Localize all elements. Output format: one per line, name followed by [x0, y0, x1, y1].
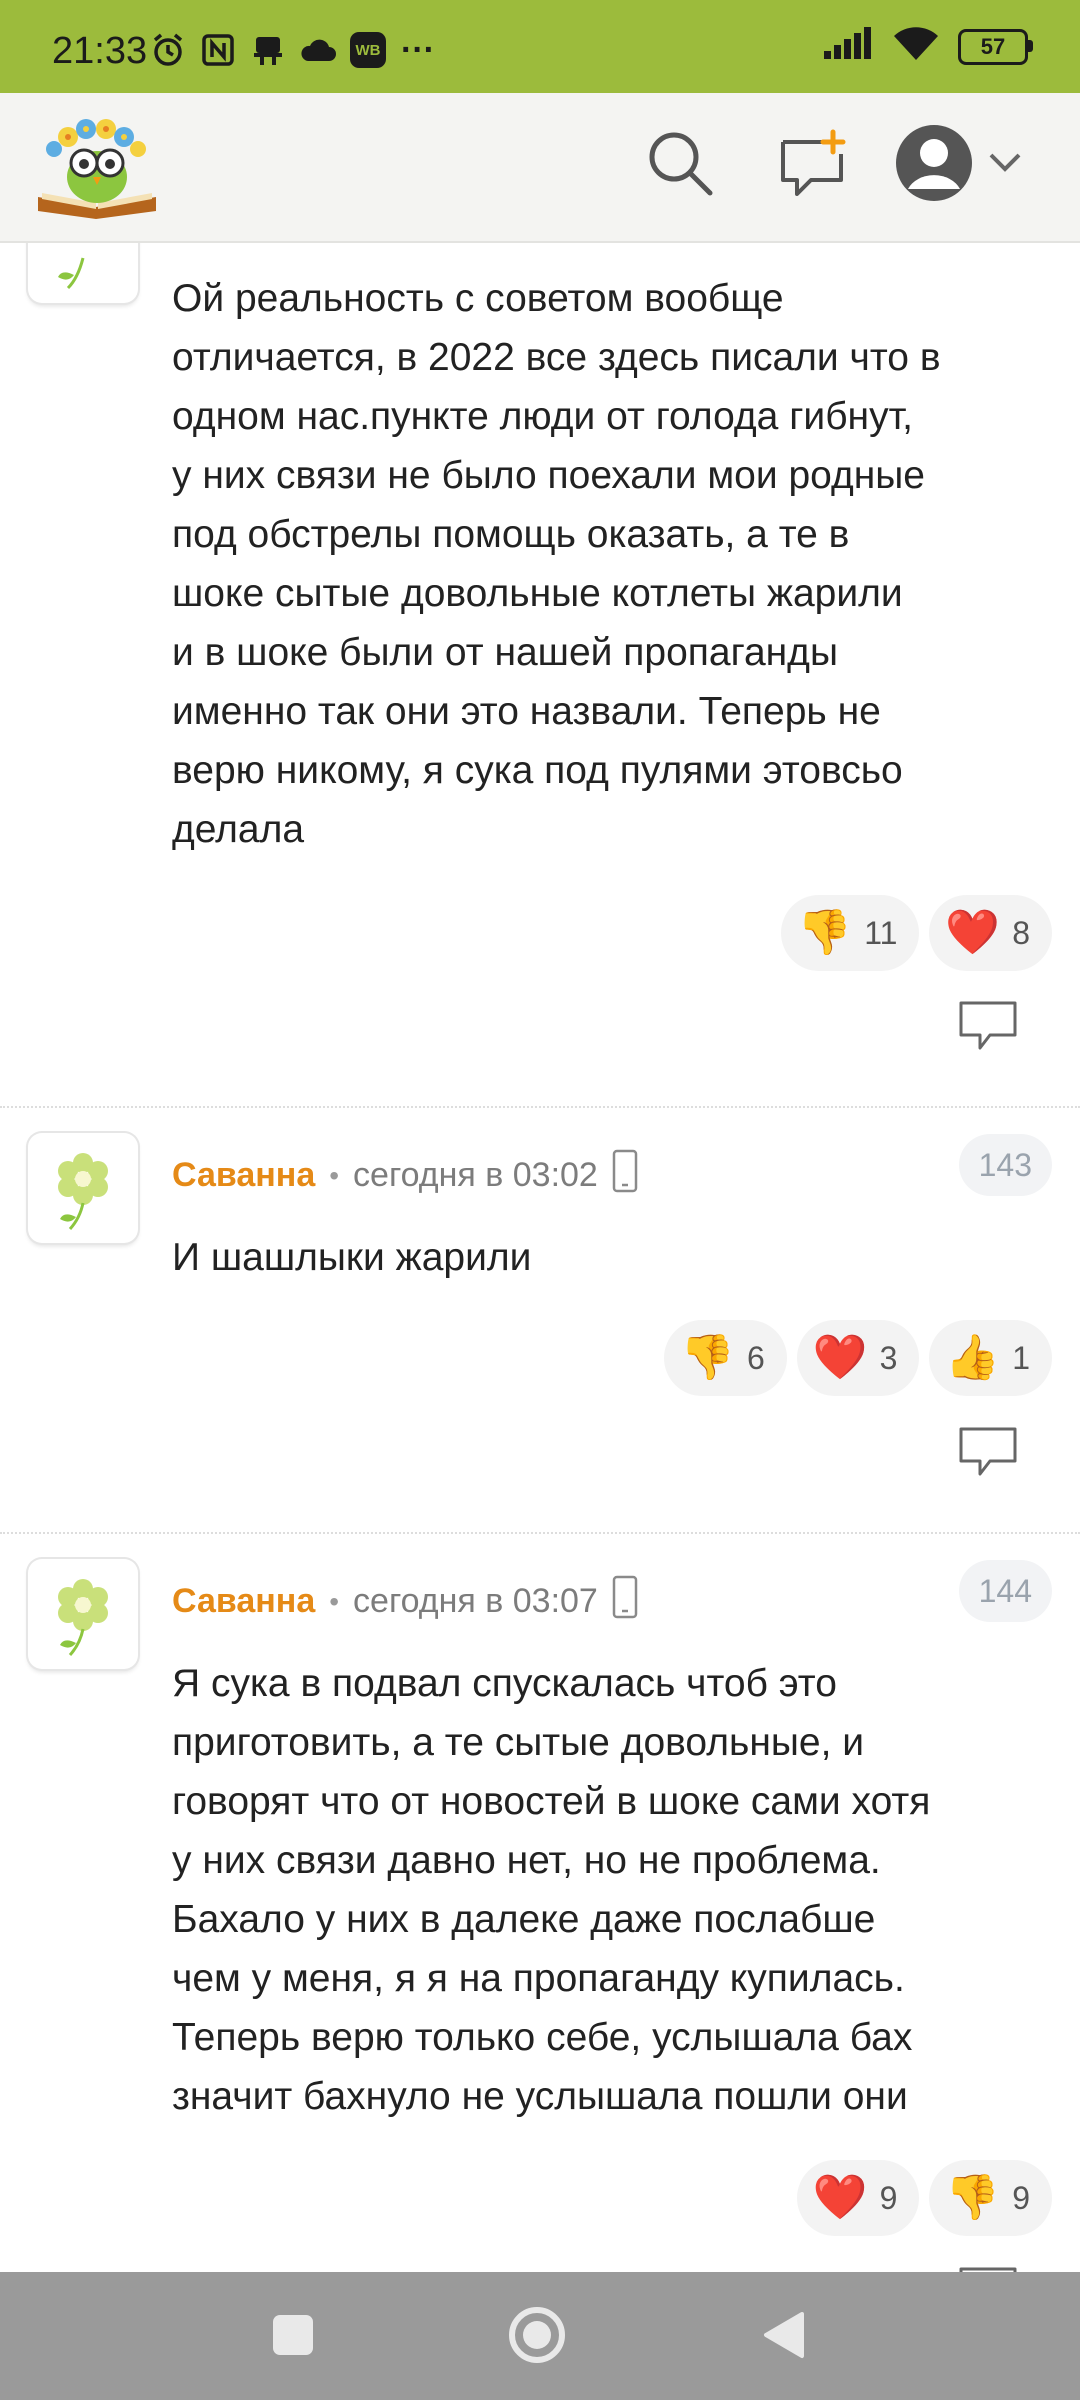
alarm-icon [148, 30, 188, 70]
meta-separator: • [329, 1585, 340, 1617]
divider [0, 1532, 1080, 1534]
reaction-count: 3 [879, 1339, 898, 1376]
divider [0, 1106, 1080, 1108]
reaction-heart[interactable]: ❤️ 3 [796, 1320, 920, 1396]
comment-time: сегодня в 03:02 [353, 1156, 598, 1194]
recents-button[interactable] [258, 2302, 328, 2372]
comment-text: Ой реальность с советом вообще отличаетс… [172, 277, 941, 851]
back-triangle-icon [760, 2310, 806, 2365]
owl-book-logo[interactable] [34, 111, 160, 221]
more-dots-icon: ··· [401, 30, 435, 69]
reply-icon[interactable] [958, 1426, 1018, 1478]
commenter-avatar[interactable] [28, 1133, 138, 1243]
commenter-avatar[interactable] [28, 243, 138, 303]
new-post-button[interactable] [772, 125, 852, 205]
comment-text: Я сука в подвал спускалась чтоб это приг… [172, 1662, 931, 2118]
reactions-bar: ❤️ 9 👎 9 [796, 2160, 1052, 2236]
home-button[interactable] [502, 2302, 572, 2372]
battery-icon: 57 [958, 28, 1033, 65]
comment-meta: Саванна • сегодня в 03:02 [172, 1149, 638, 1202]
meta-separator: • [329, 1159, 340, 1191]
thumbs-down-icon: 👎 [945, 2173, 1001, 2222]
reaction-dislike[interactable]: 👎 9 [929, 2160, 1052, 2236]
profile-menu-button[interactable] [896, 124, 1021, 205]
reaction-count: 9 [1012, 2179, 1030, 2216]
status-system-icons: 57 [822, 26, 1033, 67]
nfc-icon [198, 30, 238, 70]
flower-avatar-icon [58, 257, 85, 290]
flower-avatar-icon [58, 1153, 108, 1231]
wb-app-icon: WB [348, 30, 388, 70]
thumbs-down-icon: 👎 [680, 1333, 736, 1382]
back-button[interactable] [748, 2302, 818, 2372]
wb-app-label: WB [350, 32, 386, 68]
reaction-count: 6 [747, 1339, 765, 1376]
author-name[interactable]: Саванна [172, 1156, 315, 1195]
comment-number[interactable]: 143 [958, 1134, 1052, 1196]
status-bar: 21:33 WB ··· 57 [0, 0, 1080, 93]
reactions-bar: 👎 11 ❤️ 8 [781, 895, 1052, 971]
mobile-device-icon [612, 1149, 638, 1202]
status-notification-icons: WB ··· [148, 30, 438, 70]
comment-number[interactable]: 144 [958, 1560, 1052, 1622]
reaction-heart[interactable]: ❤️ 9 [796, 2160, 920, 2236]
thumbs-up-icon: 👍 [945, 1333, 1001, 1382]
status-time: 21:33 [52, 30, 148, 72]
reaction-count: 8 [1012, 914, 1030, 951]
reaction-dislike[interactable]: 👎 11 [781, 895, 920, 971]
heart-icon: ❤️ [945, 908, 1001, 957]
comment-text: И шашлыки жарили [172, 1236, 532, 1279]
app-header [0, 93, 1080, 243]
chevron-down-icon [988, 152, 1022, 179]
reaction-count: 1 [1012, 1339, 1030, 1376]
comment-time: сегодня в 03:07 [353, 1582, 598, 1620]
search-icon [645, 128, 715, 203]
reactions-bar: 👎 6 ❤️ 3 👍 1 [664, 1320, 1052, 1396]
system-nav-bar [0, 2272, 1080, 2400]
reply-icon[interactable] [958, 1000, 1018, 1052]
author-name[interactable]: Саванна [172, 1582, 315, 1621]
heart-icon: ❤️ [812, 2173, 868, 2222]
comments-feed[interactable]: Ой реальность с советом вообще отличаетс… [0, 243, 1080, 2273]
thumbs-down-icon: 👎 [797, 908, 853, 957]
cloud-icon [298, 30, 338, 70]
reaction-heart[interactable]: ❤️ 8 [929, 895, 1052, 971]
flower-avatar-icon [58, 1579, 108, 1657]
wifi-icon [892, 26, 940, 67]
notification-icon [248, 30, 288, 70]
battery-level: 57 [980, 33, 1006, 59]
signal-icon [822, 27, 874, 66]
search-button[interactable] [640, 125, 720, 205]
comment-meta: Саванна • сегодня в 03:07 [172, 1575, 638, 1628]
circle-icon [507, 2305, 567, 2370]
user-avatar-icon [894, 123, 974, 208]
reaction-count: 9 [879, 2179, 898, 2216]
reaction-like[interactable]: 👍 1 [929, 1320, 1052, 1396]
new-post-icon [777, 128, 847, 203]
commenter-avatar[interactable] [28, 1559, 138, 1669]
reaction-dislike[interactable]: 👎 6 [664, 1320, 787, 1396]
reaction-count: 11 [864, 914, 898, 951]
square-icon [271, 2313, 315, 2362]
mobile-device-icon [612, 1575, 638, 1628]
heart-icon: ❤️ [812, 1333, 868, 1382]
